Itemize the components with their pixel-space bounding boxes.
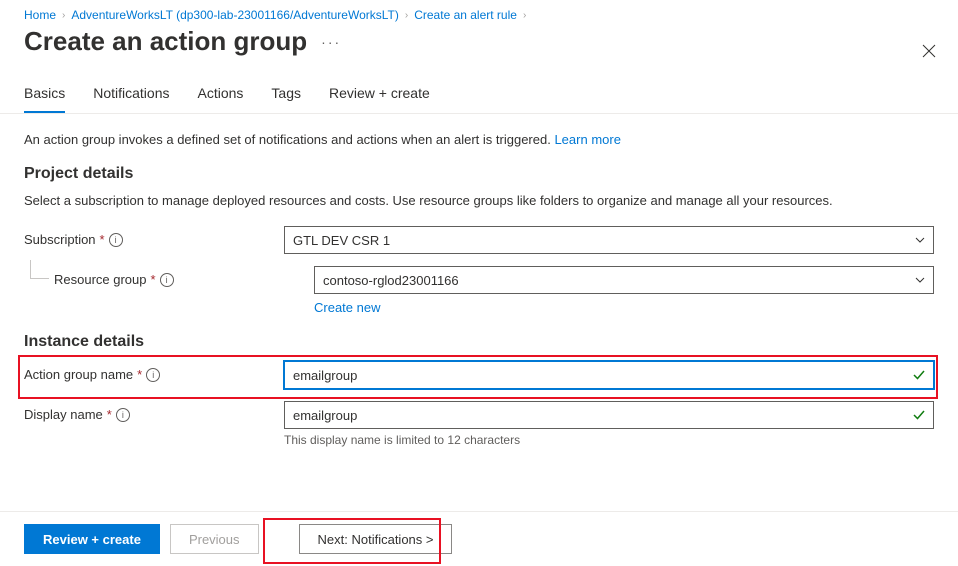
form-content: An action group invokes a defined set of… (0, 114, 958, 447)
instance-details-heading: Instance details (24, 333, 934, 351)
action-group-name-label: Action group name* i (24, 361, 284, 382)
form-description: An action group invokes a defined set of… (24, 132, 934, 147)
page-header: Create an action group ··· (0, 22, 958, 77)
chevron-right-icon: › (405, 10, 408, 21)
info-icon[interactable]: i (116, 408, 130, 422)
breadcrumb-rule[interactable]: Create an alert rule (414, 8, 517, 22)
tab-actions[interactable]: Actions (198, 77, 244, 113)
chevron-right-icon: › (523, 10, 526, 21)
previous-button: Previous (170, 524, 259, 554)
checkmark-icon (913, 369, 925, 381)
resource-group-select[interactable]: contoso-rglod23001166 (314, 266, 934, 294)
resource-group-label: Resource group* i (54, 266, 314, 287)
project-details-hint: Select a subscription to manage deployed… (24, 193, 934, 208)
tab-review[interactable]: Review + create (329, 77, 430, 113)
breadcrumb: Home › AdventureWorksLT (dp300-lab-23001… (0, 0, 958, 22)
display-name-helper: This display name is limited to 12 chara… (284, 433, 934, 447)
create-new-link[interactable]: Create new (314, 300, 380, 315)
learn-more-link[interactable]: Learn more (554, 132, 620, 147)
close-icon[interactable] (922, 44, 936, 61)
action-group-name-input[interactable]: emailgroup (284, 361, 934, 389)
tab-tags[interactable]: Tags (271, 77, 301, 113)
display-name-input[interactable]: emailgroup (284, 401, 934, 429)
tab-basics[interactable]: Basics (24, 77, 65, 113)
tab-bar: Basics Notifications Actions Tags Review… (0, 77, 958, 114)
breadcrumb-resource[interactable]: AdventureWorksLT (dp300-lab-23001166/Adv… (71, 8, 399, 22)
more-icon[interactable]: ··· (321, 34, 341, 50)
checkmark-icon (913, 409, 925, 421)
info-icon[interactable]: i (109, 233, 123, 247)
chevron-down-icon (915, 235, 925, 245)
chevron-right-icon: › (62, 10, 65, 21)
breadcrumb-home[interactable]: Home (24, 8, 56, 22)
tab-notifications[interactable]: Notifications (93, 77, 169, 113)
subscription-select[interactable]: GTL DEV CSR 1 (284, 226, 934, 254)
footer-bar: Review + create Previous Next: Notificat… (0, 511, 958, 566)
subscription-label: Subscription* i (24, 226, 284, 247)
info-icon[interactable]: i (146, 368, 160, 382)
project-details-heading: Project details (24, 165, 934, 183)
next-notifications-button[interactable]: Next: Notifications > (299, 524, 453, 554)
review-create-button[interactable]: Review + create (24, 524, 160, 554)
display-name-label: Display name* i (24, 401, 284, 422)
info-icon[interactable]: i (160, 273, 174, 287)
page-title: Create an action group (24, 26, 307, 57)
chevron-down-icon (915, 275, 925, 285)
